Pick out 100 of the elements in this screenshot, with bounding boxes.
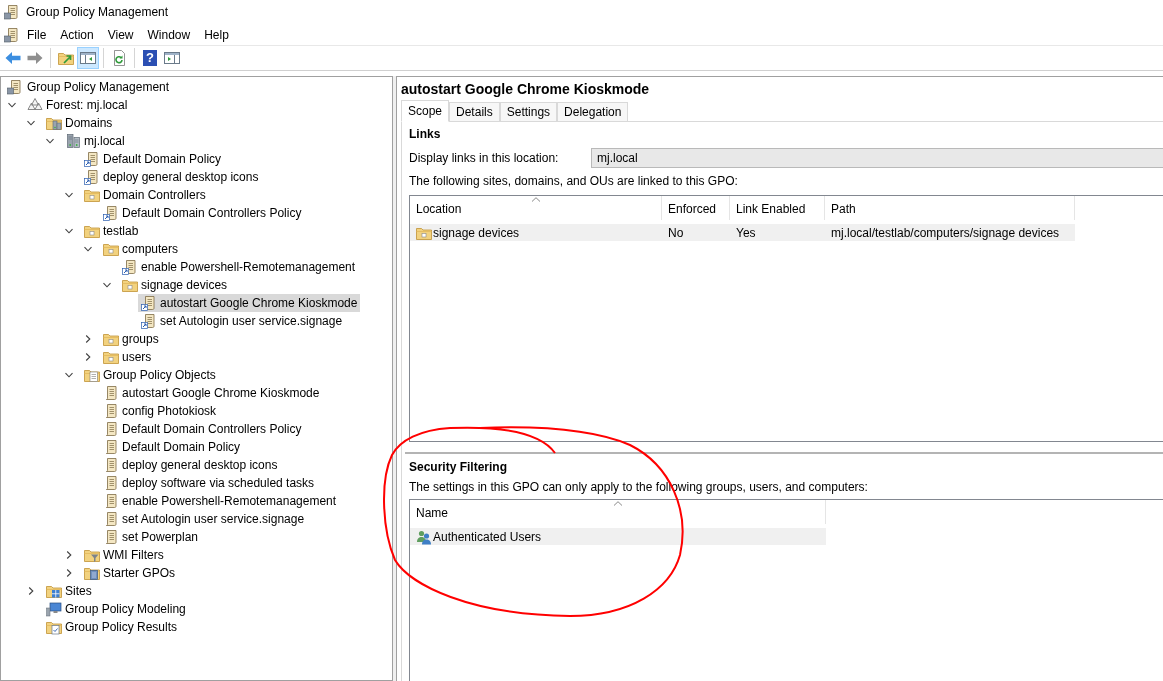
scroll-shortcut-icon bbox=[84, 169, 100, 185]
chevron-icon[interactable] bbox=[64, 227, 73, 235]
tree-item[interactable]: Group Policy Results bbox=[43, 618, 181, 636]
tree-item[interactable]: Default Domain Controllers Policy bbox=[100, 420, 305, 438]
refresh-icon bbox=[111, 50, 127, 66]
menu-item[interactable]: File bbox=[20, 26, 54, 43]
table-cell: signage devices bbox=[433, 224, 520, 241]
chevron-icon[interactable] bbox=[64, 191, 73, 199]
chevron-icon[interactable] bbox=[83, 335, 92, 343]
table-row[interactable]: signage devices No Yes mj.local/testlab/computers/signage devices bbox=[410, 224, 1075, 241]
tree-item[interactable]: config Photokiosk bbox=[100, 402, 220, 420]
chevron-icon[interactable] bbox=[64, 551, 73, 559]
menu-item[interactable]: Action bbox=[53, 26, 101, 43]
tree-item[interactable]: Default Domain Controllers Policy bbox=[100, 204, 305, 222]
scroll-server-icon[interactable] bbox=[4, 26, 20, 43]
menu-item[interactable]: View bbox=[100, 26, 141, 43]
chevron-icon[interactable] bbox=[102, 281, 111, 289]
tree-item[interactable]: users bbox=[100, 348, 155, 366]
folder-icon bbox=[84, 223, 100, 239]
table-cell: Yes bbox=[736, 224, 756, 241]
section-heading: Security Filtering bbox=[409, 459, 509, 475]
tree-item[interactable]: WMI Filters bbox=[81, 546, 167, 564]
tree-item[interactable]: autostart Google Chrome Kioskmode bbox=[100, 384, 323, 402]
tree-item[interactable]: set Autologin user service.signage bbox=[138, 312, 346, 330]
tree-item[interactable]: deploy general desktop icons bbox=[81, 168, 262, 186]
tree-item[interactable]: set Autologin user service.signage bbox=[100, 510, 308, 528]
column-header[interactable]: Name bbox=[410, 500, 826, 524]
tree-item[interactable]: testlab bbox=[81, 222, 142, 240]
column-header[interactable]: Location bbox=[410, 196, 662, 220]
window-title: Group Policy Management bbox=[26, 4, 169, 20]
tree-item[interactable]: set Powerplan bbox=[100, 528, 202, 546]
folder-document-icon bbox=[84, 565, 100, 581]
tree-item[interactable]: autostart Google Chrome Kioskmode bbox=[138, 294, 361, 312]
tree-item[interactable]: mj.local bbox=[62, 132, 128, 150]
tab[interactable]: Scope bbox=[401, 100, 450, 122]
folder-icon bbox=[84, 187, 100, 203]
column-header[interactable]: Enforced bbox=[662, 196, 730, 220]
triangles-icon bbox=[27, 97, 43, 113]
folder-server-icon bbox=[46, 115, 62, 131]
show-hide-tree-button[interactable] bbox=[77, 47, 99, 69]
scroll-server-icon bbox=[4, 4, 20, 20]
tree-item[interactable]: Domains bbox=[43, 114, 116, 132]
location-field[interactable]: mj.local bbox=[591, 148, 1163, 168]
scroll-server-icon bbox=[7, 79, 23, 95]
tree-item[interactable]: Forest: mj.local bbox=[24, 96, 131, 114]
tab[interactable]: Delegation bbox=[557, 102, 629, 121]
table-row[interactable]: Authenticated Users bbox=[410, 528, 826, 545]
tree-item[interactable]: Group Policy Management bbox=[4, 78, 173, 96]
column-header[interactable]: Link Enabled bbox=[730, 196, 825, 220]
menu-item[interactable]: Window bbox=[140, 26, 198, 43]
tree-item[interactable]: computers bbox=[100, 240, 182, 258]
folder-icon bbox=[103, 349, 119, 365]
tab[interactable]: Settings bbox=[499, 102, 558, 121]
section-heading: Links bbox=[409, 126, 442, 142]
table-cell: Authenticated Users bbox=[433, 528, 542, 545]
chevron-icon[interactable] bbox=[26, 587, 35, 595]
server-icon bbox=[65, 133, 81, 149]
tree-item[interactable]: signage devices bbox=[119, 276, 231, 294]
chevron-icon[interactable] bbox=[26, 119, 35, 127]
folder-scroll-icon bbox=[84, 367, 100, 383]
details-title: autostart Google Chrome Kioskmode bbox=[400, 80, 651, 98]
tab[interactable]: Details bbox=[449, 102, 500, 121]
arrow-left-icon bbox=[5, 50, 21, 66]
tree-item[interactable]: Domain Controllers bbox=[81, 186, 209, 204]
scroll-shortcut-icon bbox=[84, 151, 100, 167]
tree-item[interactable]: Sites bbox=[43, 582, 95, 600]
tree-item[interactable]: deploy general desktop icons bbox=[100, 456, 281, 474]
chevron-icon[interactable] bbox=[83, 245, 92, 253]
chevron-icon[interactable] bbox=[83, 353, 92, 361]
tree-item[interactable]: enable Powershell-Remotemanagement bbox=[119, 258, 359, 276]
field-label: Display links in this location: bbox=[409, 150, 560, 166]
table-cell: No bbox=[668, 224, 684, 241]
scroll-shortcut-icon bbox=[141, 313, 157, 329]
folder-funnel-icon bbox=[84, 547, 100, 563]
folder-checklist-icon bbox=[46, 619, 62, 635]
help-button[interactable]: ? bbox=[139, 47, 161, 69]
chevron-icon[interactable] bbox=[45, 137, 54, 145]
chevron-icon[interactable] bbox=[7, 101, 16, 109]
caption-text: The following sites, domains, and OUs are linked to this GPO: bbox=[409, 173, 739, 189]
scroll-shortcut-icon bbox=[103, 205, 119, 221]
panes-icon bbox=[164, 50, 180, 66]
arrow-right-icon bbox=[27, 50, 43, 66]
users-icon bbox=[416, 528, 432, 545]
folder-grid-icon bbox=[46, 583, 62, 599]
column-header[interactable]: Path bbox=[825, 196, 1075, 220]
folder-arrow-icon bbox=[58, 50, 74, 66]
menu-item[interactable]: Help bbox=[197, 26, 236, 43]
tree-item[interactable]: Default Domain Policy bbox=[100, 438, 244, 456]
folder-icon bbox=[122, 277, 138, 293]
panes-icon bbox=[80, 50, 96, 66]
tree-item[interactable]: Group Policy Objects bbox=[81, 366, 219, 384]
chevron-icon[interactable] bbox=[64, 569, 73, 577]
table-cell: mj.local/testlab/computers/signage devices bbox=[831, 224, 1060, 241]
tree-item[interactable]: groups bbox=[100, 330, 162, 348]
tree-item[interactable]: Group Policy Modeling bbox=[43, 600, 189, 618]
tree-item[interactable]: Default Domain Policy bbox=[81, 150, 225, 168]
tree-item[interactable]: enable Powershell-Remotemanagement bbox=[100, 492, 340, 510]
chevron-icon[interactable] bbox=[64, 371, 73, 379]
tree-item[interactable]: deploy software via scheduled tasks bbox=[100, 474, 318, 492]
tree-item[interactable]: Starter GPOs bbox=[81, 564, 179, 582]
